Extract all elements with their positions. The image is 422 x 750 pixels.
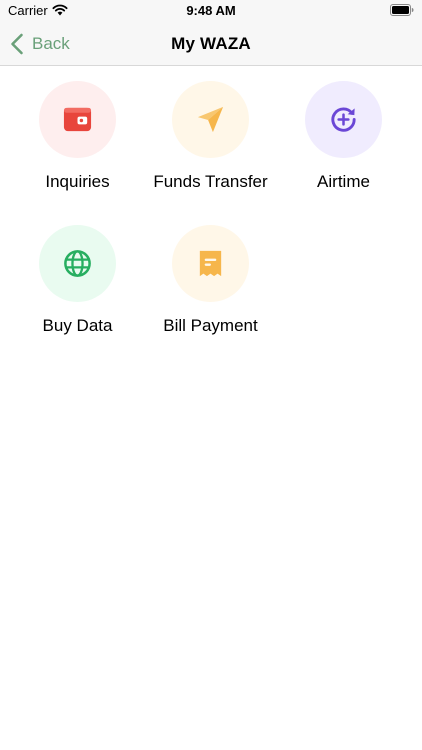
- menu-item-label: Bill Payment: [163, 316, 258, 335]
- battery-icon: [390, 4, 414, 16]
- globe-icon: [64, 250, 91, 277]
- menu-item-bill-payment[interactable]: Bill Payment: [144, 210, 277, 340]
- menu-item-inquiries[interactable]: Inquiries: [11, 66, 144, 196]
- icon-background: [39, 81, 116, 158]
- page-title: My WAZA: [171, 34, 251, 53]
- status-bar: Carrier 9:48 AM: [0, 0, 422, 22]
- wallet-icon: [63, 107, 92, 132]
- refresh-plus-icon: [331, 107, 356, 132]
- menu-item-buy-data[interactable]: Buy Data: [11, 210, 144, 340]
- menu-item-label: Funds Transfer: [153, 172, 268, 191]
- menu-item-label: Buy Data: [42, 316, 113, 335]
- icon-background: [39, 225, 116, 302]
- paper-plane-icon: [197, 106, 224, 133]
- receipt-icon: [199, 250, 222, 277]
- navigation-bar: Back My WAZA: [0, 22, 422, 66]
- icon-background: [305, 81, 382, 158]
- menu-item-funds-transfer[interactable]: Funds Transfer: [144, 66, 277, 196]
- menu-item-label: Inquiries: [45, 172, 110, 191]
- clock: 9:48 AM: [186, 3, 236, 18]
- icon-background: [172, 225, 249, 302]
- menu-item-airtime[interactable]: Airtime: [277, 66, 410, 196]
- icon-background: [172, 81, 249, 158]
- menu-item-label: Airtime: [317, 172, 370, 191]
